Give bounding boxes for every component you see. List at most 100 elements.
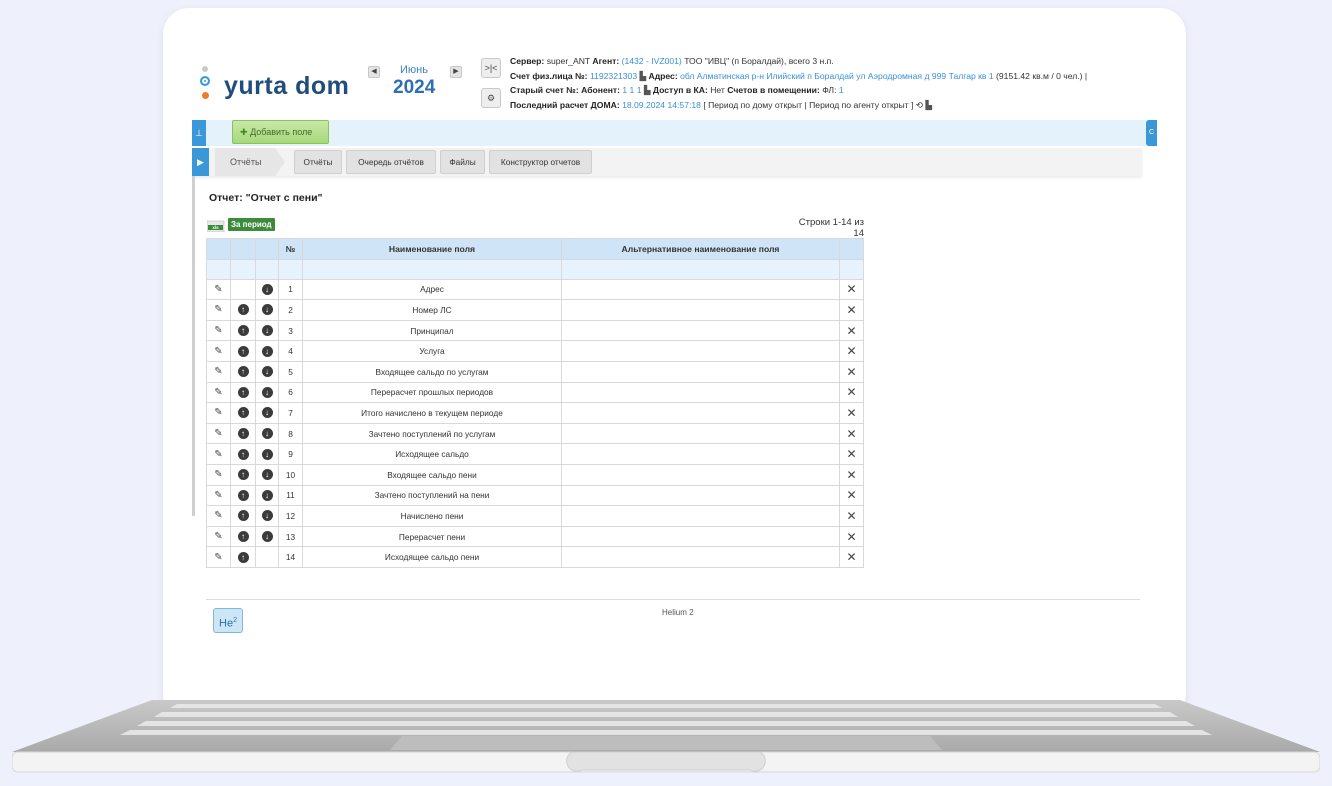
delete-cell[interactable]: ✕ bbox=[839, 484, 864, 507]
delete-icon[interactable]: ✕ bbox=[846, 365, 856, 379]
delete-icon[interactable]: ✕ bbox=[846, 427, 856, 441]
move-down-icon[interactable]: ↓ bbox=[261, 510, 273, 522]
tab-report-queue[interactable]: Очередь отчётов bbox=[346, 150, 436, 174]
move-down-icon[interactable]: ↓ bbox=[261, 283, 273, 295]
delete-cell[interactable]: ✕ bbox=[839, 381, 864, 404]
tab-reports[interactable]: Отчёты bbox=[294, 150, 342, 174]
move-down-icon[interactable]: ↓ bbox=[261, 366, 273, 378]
delete-cell[interactable]: ✕ bbox=[839, 278, 864, 301]
edit-icon[interactable]: ✎ bbox=[214, 366, 222, 377]
move-up-icon[interactable]: ↑ bbox=[237, 345, 249, 357]
move-up-cell[interactable]: ↑ bbox=[230, 463, 256, 486]
breadcrumb[interactable]: Отчёты bbox=[215, 148, 285, 176]
edit-icon[interactable]: ✎ bbox=[214, 304, 222, 315]
copy-icon[interactable]: ▙ bbox=[925, 100, 932, 110]
delete-cell[interactable]: ✕ bbox=[839, 360, 864, 383]
delete-icon[interactable]: ✕ bbox=[846, 468, 856, 482]
delete-icon[interactable]: ✕ bbox=[846, 530, 856, 544]
field-alt-name[interactable] bbox=[561, 340, 840, 362]
tab-files[interactable]: Файлы bbox=[440, 150, 485, 174]
edit-cell[interactable]: ✎ bbox=[206, 484, 231, 507]
delete-icon[interactable]: ✕ bbox=[846, 488, 856, 502]
helium-badge[interactable]: He2 bbox=[213, 608, 243, 633]
delete-icon[interactable]: ✕ bbox=[846, 344, 856, 358]
move-down-icon[interactable]: ↓ bbox=[261, 469, 273, 481]
col-alt-name[interactable]: Альтернативное наименование поля bbox=[561, 238, 840, 260]
nav-toggle-button[interactable]: ▶ bbox=[192, 148, 209, 176]
settings-button[interactable]: ⚙ bbox=[481, 88, 501, 108]
move-up-icon[interactable]: ↑ bbox=[237, 407, 249, 419]
field-alt-name[interactable] bbox=[561, 299, 840, 321]
add-field-button[interactable]: ✚ Добавить поле bbox=[232, 120, 329, 144]
col-name[interactable]: Наименование поля bbox=[302, 238, 562, 260]
field-alt-name[interactable] bbox=[561, 443, 840, 465]
subscriber-link[interactable]: 1 1 1 bbox=[622, 85, 641, 95]
move-up-icon[interactable]: ↑ bbox=[237, 325, 249, 337]
move-up-cell[interactable]: ↑ bbox=[230, 340, 256, 362]
move-up-cell[interactable]: ↑ bbox=[230, 360, 256, 383]
move-down-cell[interactable]: ↓ bbox=[255, 505, 279, 527]
left-scrollbar[interactable] bbox=[192, 176, 195, 516]
edit-icon[interactable]: ✎ bbox=[214, 552, 222, 563]
move-down-icon[interactable]: ↓ bbox=[261, 428, 273, 440]
filter-alt-name[interactable] bbox=[561, 258, 840, 280]
edit-cell[interactable]: ✎ bbox=[206, 443, 231, 465]
move-down-cell[interactable]: ↓ bbox=[255, 340, 279, 362]
logo[interactable]: yurta dom bbox=[200, 66, 370, 106]
edit-cell[interactable]: ✎ bbox=[206, 340, 231, 362]
delete-cell[interactable]: ✕ bbox=[839, 463, 864, 486]
move-up-cell[interactable]: ↑ bbox=[230, 443, 256, 465]
address-link[interactable]: обл Алматинская р-н Илийский п Боралдай … bbox=[680, 71, 994, 81]
field-alt-name[interactable] bbox=[561, 319, 840, 342]
field-alt-name[interactable] bbox=[561, 525, 840, 548]
move-up-icon[interactable]: ↑ bbox=[237, 304, 249, 316]
move-up-cell[interactable]: ↑ bbox=[230, 422, 256, 445]
field-alt-name[interactable] bbox=[561, 422, 840, 445]
account-link[interactable]: 1192321303 bbox=[590, 71, 637, 81]
delete-icon[interactable]: ✕ bbox=[846, 550, 856, 564]
field-alt-name[interactable] bbox=[561, 463, 840, 486]
delete-cell[interactable]: ✕ bbox=[839, 505, 864, 527]
edit-cell[interactable]: ✎ bbox=[206, 360, 231, 383]
delete-icon[interactable]: ✕ bbox=[846, 447, 856, 461]
move-down-icon[interactable]: ↓ bbox=[261, 489, 273, 501]
move-up-cell[interactable]: ↑ bbox=[230, 402, 256, 424]
edit-cell[interactable]: ✎ bbox=[206, 463, 231, 486]
move-down-cell[interactable]: ↓ bbox=[255, 484, 279, 507]
edit-cell[interactable]: ✎ bbox=[206, 381, 231, 404]
move-up-cell[interactable]: ↑ bbox=[230, 546, 256, 568]
edit-icon[interactable]: ✎ bbox=[214, 284, 222, 295]
edit-icon[interactable]: ✎ bbox=[214, 449, 222, 460]
next-month-button[interactable]: ▶ bbox=[450, 66, 462, 78]
edit-cell[interactable]: ✎ bbox=[206, 505, 231, 527]
move-down-icon[interactable]: ↓ bbox=[261, 386, 273, 398]
move-up-icon[interactable]: ↑ bbox=[237, 531, 249, 543]
edit-icon[interactable]: ✎ bbox=[214, 407, 222, 418]
move-down-icon[interactable]: ↓ bbox=[261, 325, 273, 337]
edit-icon[interactable]: ✎ bbox=[214, 490, 222, 501]
move-up-cell[interactable]: ↑ bbox=[230, 505, 256, 527]
move-down-icon[interactable]: ↓ bbox=[261, 407, 273, 419]
move-down-cell[interactable]: ↓ bbox=[255, 402, 279, 424]
move-down-cell[interactable]: ↓ bbox=[255, 422, 279, 445]
delete-cell[interactable]: ✕ bbox=[839, 546, 864, 568]
field-alt-name[interactable] bbox=[561, 381, 840, 404]
field-alt-name[interactable] bbox=[561, 360, 840, 383]
edit-cell[interactable]: ✎ bbox=[206, 299, 231, 321]
agent-link[interactable]: (1432 - IVZ001) bbox=[622, 56, 682, 66]
delete-cell[interactable]: ✕ bbox=[839, 340, 864, 362]
right-panel-tab[interactable]: С bbox=[1146, 120, 1157, 146]
move-up-icon[interactable]: ↑ bbox=[237, 469, 249, 481]
move-down-icon[interactable]: ↓ bbox=[261, 448, 273, 460]
delete-cell[interactable]: ✕ bbox=[839, 319, 864, 342]
delete-cell[interactable]: ✕ bbox=[839, 443, 864, 465]
move-up-cell[interactable]: ↑ bbox=[230, 381, 256, 404]
edit-cell[interactable]: ✎ bbox=[206, 402, 231, 424]
delete-cell[interactable]: ✕ bbox=[839, 422, 864, 445]
move-down-icon[interactable]: ↓ bbox=[261, 304, 273, 316]
field-alt-name[interactable] bbox=[561, 484, 840, 507]
move-up-icon[interactable]: ↑ bbox=[237, 448, 249, 460]
edit-cell[interactable]: ✎ bbox=[206, 319, 231, 342]
xls-icon[interactable]: xls bbox=[207, 218, 225, 232]
move-up-cell[interactable]: ↑ bbox=[230, 299, 256, 321]
